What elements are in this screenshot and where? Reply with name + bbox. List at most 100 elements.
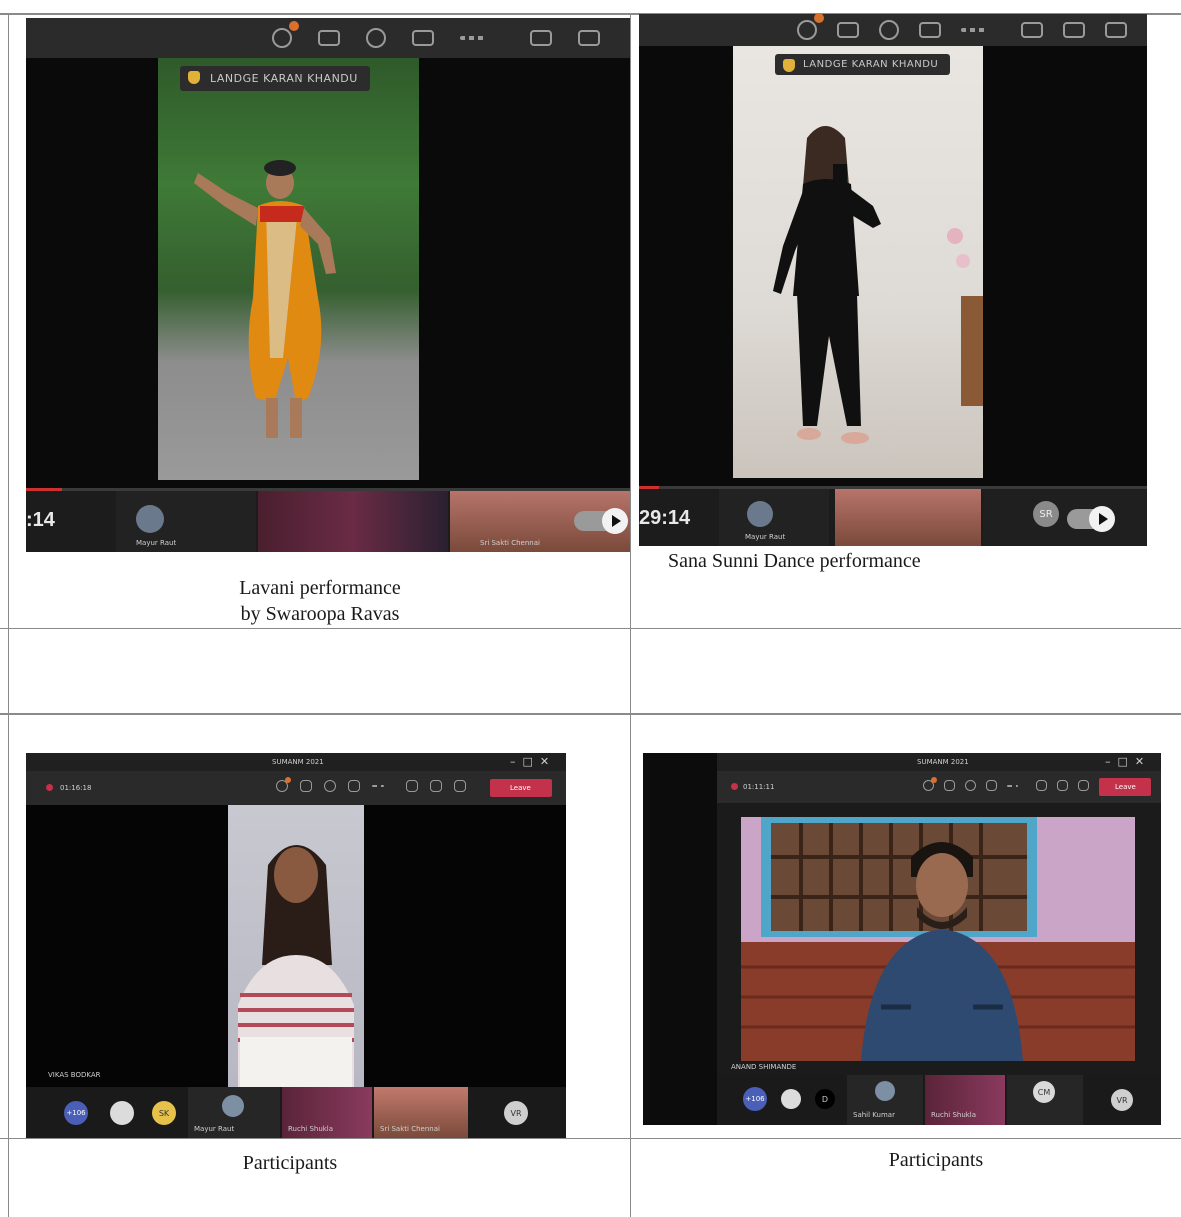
- meeting-toolbar: [26, 18, 630, 58]
- chat-icon[interactable]: [318, 30, 340, 46]
- mic-muted-icon[interactable]: [1063, 22, 1085, 38]
- participant-figure: [741, 817, 1135, 1061]
- participant-avatar: [136, 505, 164, 533]
- meeting-timer: 01:11:11: [743, 783, 775, 791]
- participant-name: Ruchi Shukla: [288, 1125, 334, 1133]
- participant-tile[interactable]: Ruchi Shukla: [925, 1075, 1005, 1125]
- participant-avatar[interactable]: [110, 1101, 134, 1125]
- dancer-figure: [194, 160, 336, 438]
- participant-figure: [238, 845, 354, 1087]
- caption-line: Lavani performance: [239, 577, 401, 599]
- presenter-name: LANDGE KARAN KHANDU: [803, 59, 939, 70]
- lavani-meeting-screenshot: LANDGE KARAN KHANDU :14 Mayur Raut Sri S…: [26, 18, 630, 552]
- share-tray-icon[interactable]: [454, 780, 466, 792]
- share-tray-icon[interactable]: [1078, 780, 1089, 791]
- more-options-icon[interactable]: [961, 28, 985, 32]
- play-icon[interactable]: [1089, 506, 1115, 532]
- participant-tile[interactable]: Mayur Raut: [188, 1087, 280, 1138]
- participant-tile[interactable]: [258, 491, 448, 552]
- left-dark-margin: [643, 753, 717, 1125]
- raise-hand-icon[interactable]: [879, 20, 899, 40]
- lavani-video-frame: LANDGE KARAN KHANDU: [158, 58, 419, 480]
- participant-video: [228, 805, 364, 1087]
- participant-initials-avatar[interactable]: VR: [504, 1101, 528, 1125]
- raise-hand-icon[interactable]: [965, 780, 976, 791]
- participant-avatar: [747, 501, 773, 527]
- participant-initials-avatar[interactable]: VR: [1111, 1089, 1133, 1111]
- window-title: SUMANM 2021: [917, 758, 969, 766]
- participants-meeting-screenshot-right: SUMANM 2021 – □ ✕ 01:11:11 Leave ANAND S…: [643, 753, 1181, 1125]
- play-icon[interactable]: [602, 508, 628, 534]
- participant-strip: 29:14 Mayur Raut SR: [639, 489, 1147, 546]
- table-row-divider-1: [0, 628, 1181, 629]
- participant-tile[interactable]: Sri Sakti Chennai: [374, 1087, 468, 1138]
- elapsed-time: :14: [26, 509, 55, 531]
- participant-tile[interactable]: CM: [1007, 1075, 1083, 1125]
- participant-initials-avatar[interactable]: SK: [152, 1101, 176, 1125]
- mic-muted-icon[interactable]: [430, 780, 442, 792]
- participant-tile[interactable]: [835, 489, 981, 546]
- participant-avatar[interactable]: [781, 1089, 801, 1109]
- leave-button[interactable]: Leave: [490, 779, 552, 797]
- window-controls[interactable]: – □ ✕: [1105, 755, 1144, 768]
- participant-tile[interactable]: SR: [983, 489, 1147, 546]
- window-controls[interactable]: – □ ✕: [510, 755, 549, 768]
- caption-line: by Swaroopa Ravas: [240, 603, 400, 625]
- participants-icon[interactable]: [276, 777, 291, 792]
- camera-icon[interactable]: [406, 780, 418, 792]
- camera-icon[interactable]: [1036, 780, 1047, 791]
- participant-avatar: [875, 1081, 895, 1101]
- caption-line: Participants: [888, 1149, 984, 1171]
- participant-name: Mayur Raut: [194, 1125, 235, 1133]
- mic-muted-icon[interactable]: [578, 30, 600, 46]
- participant-initials-avatar: CM: [1033, 1081, 1055, 1103]
- share-screen-icon[interactable]: [986, 780, 997, 791]
- more-options-icon[interactable]: [460, 36, 484, 40]
- participant-tile[interactable]: Mayur Raut: [719, 489, 829, 546]
- camera-icon[interactable]: [1021, 22, 1043, 38]
- elapsed-time: 29:14: [639, 507, 691, 529]
- raise-hand-icon[interactable]: [366, 28, 386, 48]
- participants-icon[interactable]: [272, 21, 299, 48]
- camera-icon[interactable]: [530, 30, 552, 46]
- mic-muted-icon[interactable]: [1057, 780, 1068, 791]
- participants-icon[interactable]: [797, 14, 824, 40]
- share-screen-icon[interactable]: [919, 22, 941, 38]
- presenter-name: LANDGE KARAN KHANDU: [210, 72, 358, 85]
- table-row-divider-2: [0, 713, 1181, 715]
- meeting-timer: 01:16:18: [60, 784, 92, 792]
- participant-initials-avatar[interactable]: D: [815, 1089, 835, 1109]
- raised-hands-count[interactable]: +106: [64, 1101, 88, 1125]
- participants-caption-left: Participants: [190, 1150, 390, 1176]
- participants-icon[interactable]: [923, 777, 937, 791]
- notification-badge: [814, 14, 824, 23]
- speaker-name-label: VIKAS BODKAR: [48, 1071, 101, 1079]
- sana-video-frame: LANDGE KARAN KHANDU: [733, 46, 983, 478]
- share-screen-icon[interactable]: [412, 30, 434, 46]
- notification-badge: [285, 777, 291, 783]
- participant-tile[interactable]: Mayur Raut: [116, 491, 256, 552]
- participant-avatar: [222, 1095, 244, 1117]
- raised-hands-count[interactable]: +106: [743, 1087, 767, 1111]
- participant-name: Sahil Kumar: [853, 1111, 895, 1119]
- share-screen-icon[interactable]: [348, 780, 360, 792]
- participant-name: Sri Sakti Chennai: [480, 539, 540, 547]
- caption-line: Participants: [242, 1152, 338, 1174]
- leave-button[interactable]: Leave: [1099, 778, 1151, 796]
- raise-hand-icon[interactable]: [324, 780, 336, 792]
- video-area: VIKAS BODKAR: [26, 805, 566, 1087]
- presenter-name-tag: LANDGE KARAN KHANDU: [180, 66, 370, 91]
- chat-icon[interactable]: [300, 780, 312, 792]
- participant-tile[interactable]: Sahil Kumar: [847, 1075, 923, 1125]
- lavani-caption: Lavani performance by Swaroopa Ravas: [170, 575, 470, 627]
- recording-dot-icon: [731, 783, 738, 790]
- chat-icon[interactable]: [837, 22, 859, 38]
- caption-line: Sana Sunni Dance performance: [668, 550, 921, 572]
- participant-tile[interactable]: Ruchi Shukla: [282, 1087, 372, 1138]
- chat-icon[interactable]: [944, 780, 955, 791]
- right-panel: [1161, 753, 1181, 1125]
- more-options-icon[interactable]: [372, 785, 384, 787]
- share-tray-icon[interactable]: [1105, 22, 1127, 38]
- more-options-icon[interactable]: [1007, 785, 1018, 787]
- participant-name: Sri Sakti Chennai: [380, 1125, 440, 1133]
